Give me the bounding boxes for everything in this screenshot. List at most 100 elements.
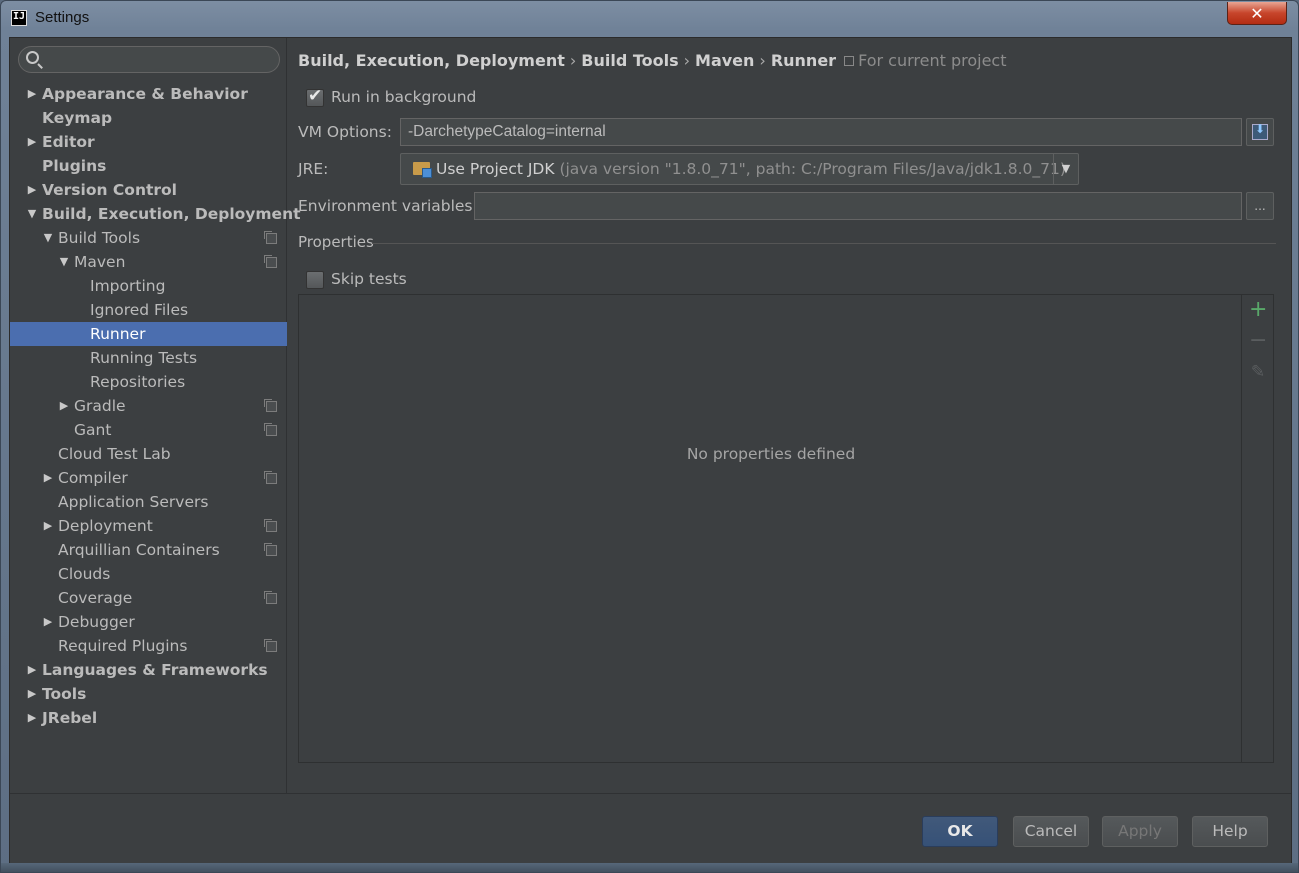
properties-table[interactable]: No properties defined + − ✎ bbox=[298, 294, 1274, 763]
tree-item[interactable]: Gant bbox=[10, 418, 287, 442]
search-box[interactable] bbox=[18, 46, 280, 73]
ok-button[interactable]: OK bbox=[922, 816, 998, 847]
scope-label: For current project bbox=[858, 51, 1007, 70]
skip-tests-checkbox[interactable] bbox=[306, 271, 324, 289]
tree-item[interactable]: ▼ Build, Execution, Deployment bbox=[10, 202, 301, 226]
tree-item[interactable]: Runner bbox=[10, 322, 287, 346]
chevron-right-icon[interactable]: ▶ bbox=[26, 130, 38, 154]
project-scope-icon bbox=[264, 255, 277, 268]
tree-item[interactable]: ▶ Version Control bbox=[10, 178, 287, 202]
chevron-right-icon[interactable]: ▶ bbox=[26, 82, 38, 106]
tree-item-label: Gant bbox=[74, 421, 112, 439]
environment-variables-browse-button[interactable]: ... bbox=[1246, 192, 1274, 220]
tree-item[interactable]: Plugins bbox=[10, 154, 287, 178]
tree-item[interactable]: ▶ Appearance & Behavior bbox=[10, 82, 287, 106]
tree-item[interactable]: Repositories bbox=[10, 370, 287, 394]
tree-item[interactable]: ▶ Tools bbox=[10, 682, 287, 706]
tree-item-label: JRebel bbox=[42, 709, 98, 727]
breadcrumb-item: Build Tools bbox=[581, 51, 679, 70]
run-in-background-label[interactable]: Run in background bbox=[331, 88, 476, 106]
breadcrumb-item: Runner bbox=[770, 51, 837, 70]
tree-item[interactable]: ▶ Languages & Frameworks bbox=[10, 658, 287, 682]
tree-item-label: Keymap bbox=[42, 109, 113, 127]
vm-options-input[interactable] bbox=[400, 118, 1242, 146]
chevron-right-icon[interactable]: ▶ bbox=[26, 658, 38, 682]
breadcrumb-item: Build, Execution, Deployment bbox=[298, 51, 565, 70]
tree-item-label: Clouds bbox=[58, 565, 111, 583]
tree-item[interactable]: ▶ Editor bbox=[10, 130, 287, 154]
chevron-down-icon[interactable]: ▼ bbox=[58, 250, 70, 274]
jre-label: JRE: bbox=[298, 160, 329, 178]
project-scope-icon bbox=[264, 639, 277, 652]
tree-item[interactable]: Application Servers bbox=[10, 490, 287, 514]
project-scope-icon bbox=[264, 543, 277, 556]
chevron-right-icon[interactable]: ▶ bbox=[26, 178, 38, 202]
window-bottom-border bbox=[1, 863, 1298, 872]
properties-toolbar: + − ✎ bbox=[1241, 295, 1273, 762]
tree-item[interactable]: ▶ Gradle bbox=[10, 394, 287, 418]
tree-item[interactable]: Keymap bbox=[10, 106, 287, 130]
properties-group-title: Properties bbox=[298, 233, 374, 251]
chevron-down-icon[interactable]: ▼ bbox=[26, 202, 38, 226]
tree-item[interactable]: ▶ JRebel bbox=[10, 706, 287, 730]
project-scope-icon bbox=[264, 423, 277, 436]
chevron-right-icon[interactable]: ▶ bbox=[42, 514, 54, 538]
edit-icon[interactable]: ✎ bbox=[1249, 363, 1267, 381]
tree-item-label: Plugins bbox=[42, 157, 107, 175]
breadcrumb-separator: › bbox=[759, 51, 766, 70]
skip-tests-label[interactable]: Skip tests bbox=[331, 270, 407, 288]
tree-item[interactable]: Importing bbox=[10, 274, 287, 298]
chevron-right-icon[interactable]: ▶ bbox=[58, 394, 70, 418]
add-icon[interactable]: + bbox=[1249, 299, 1267, 321]
chevron-down-icon[interactable]: ▼ bbox=[42, 226, 54, 250]
tree-item-label: Version Control bbox=[42, 181, 177, 199]
project-scope-icon bbox=[844, 56, 855, 66]
settings-sidebar: ▶ Appearance & Behavior Keymap ▶ Editor Plugi… bbox=[10, 38, 301, 793]
tree-item[interactable]: Cloud Test Lab bbox=[10, 442, 287, 466]
tree-item-label: Coverage bbox=[58, 589, 133, 607]
intellij-app-icon: IJ bbox=[11, 10, 27, 26]
environment-variables-input[interactable] bbox=[474, 192, 1242, 220]
chevron-right-icon[interactable]: ▶ bbox=[42, 466, 54, 490]
search-icon bbox=[26, 51, 39, 64]
window-close-button[interactable]: ✕ bbox=[1227, 2, 1287, 25]
tree-item-label: Repositories bbox=[90, 373, 186, 391]
tree-item-label: Runner bbox=[90, 325, 146, 343]
project-scope-icon bbox=[264, 471, 277, 484]
vm-options-expand-button[interactable] bbox=[1246, 118, 1274, 146]
tree-item[interactable]: ▶ Compiler bbox=[10, 466, 287, 490]
tree-item-label: Debugger bbox=[58, 613, 135, 631]
window-frame: IJ Settings ✕ ▶ Appearance & Behavior Keym… bbox=[0, 0, 1299, 873]
tree-item[interactable]: Coverage bbox=[10, 586, 287, 610]
run-in-background-checkbox[interactable] bbox=[306, 86, 324, 107]
tree-item-label: Deployment bbox=[58, 517, 153, 535]
tree-item[interactable]: Required Plugins bbox=[10, 634, 287, 658]
tree-item-label: Ignored Files bbox=[90, 301, 189, 319]
tree-item-label: Gradle bbox=[74, 397, 126, 415]
tree-item[interactable]: Ignored Files bbox=[10, 298, 287, 322]
tree-item[interactable]: Clouds bbox=[10, 562, 287, 586]
remove-icon[interactable]: − bbox=[1249, 330, 1267, 352]
chevron-right-icon[interactable]: ▶ bbox=[26, 682, 38, 706]
tree-item-label: Build Tools bbox=[58, 229, 141, 247]
tree-item[interactable]: ▼ Maven bbox=[10, 250, 287, 274]
tree-item[interactable]: Running Tests bbox=[10, 346, 287, 370]
settings-tree: ▶ Appearance & Behavior Keymap ▶ Editor Plugi… bbox=[10, 82, 301, 730]
breadcrumb-separator: › bbox=[569, 51, 577, 70]
tree-item[interactable]: Arquillian Containers bbox=[10, 538, 287, 562]
jre-combobox[interactable]: Use Project JDK (java version "1.8.0_71"… bbox=[400, 153, 1079, 185]
chevron-right-icon[interactable]: ▶ bbox=[26, 706, 38, 730]
cancel-button[interactable]: Cancel bbox=[1013, 816, 1089, 847]
vm-options-label: VM Options: bbox=[298, 123, 392, 141]
apply-button[interactable]: Apply bbox=[1102, 816, 1178, 847]
tree-item-label: Arquillian Containers bbox=[58, 541, 220, 559]
tree-item[interactable]: ▼ Build Tools bbox=[10, 226, 287, 250]
tree-item[interactable]: ▶ Deployment bbox=[10, 514, 287, 538]
chevron-down-icon[interactable]: ▼ bbox=[1053, 154, 1078, 184]
chevron-right-icon[interactable]: ▶ bbox=[42, 610, 54, 634]
tree-item[interactable]: ▶ Debugger bbox=[10, 610, 287, 634]
help-button[interactable]: Help bbox=[1192, 816, 1268, 847]
empty-properties-text: No properties defined bbox=[686, 445, 856, 463]
search-input[interactable] bbox=[45, 50, 273, 69]
tree-item-label: Running Tests bbox=[90, 349, 198, 367]
